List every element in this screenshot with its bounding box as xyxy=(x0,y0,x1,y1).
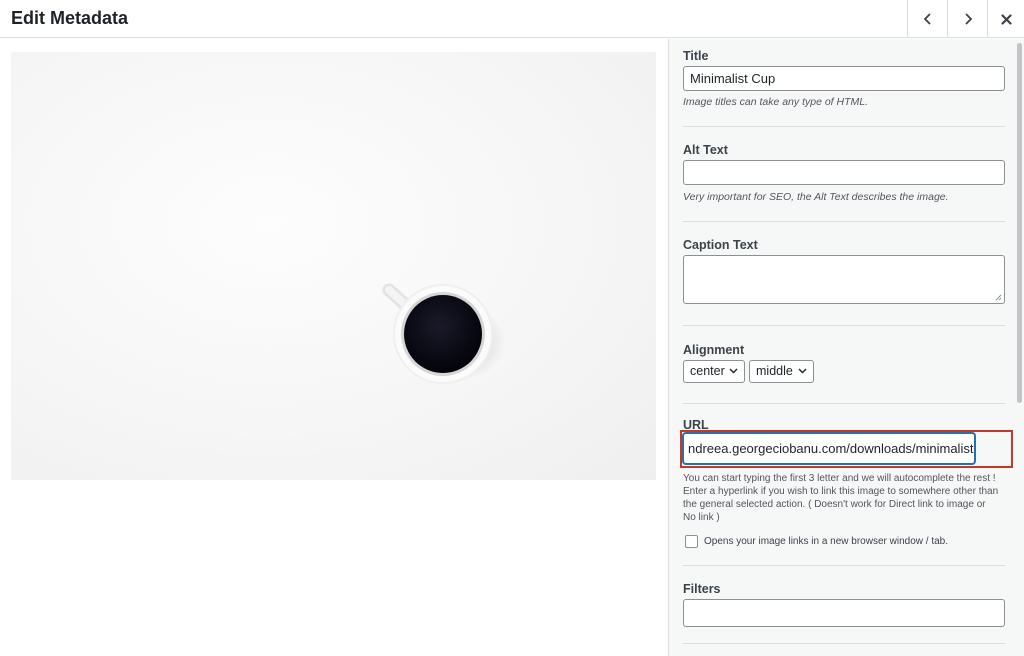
divider xyxy=(683,221,1005,222)
chevron-left-icon xyxy=(923,13,931,25)
modal-header: Edit Metadata xyxy=(0,0,1024,38)
title-label: Title xyxy=(683,49,709,63)
vertical-alignment-select[interactable]: middle xyxy=(749,360,814,383)
divider xyxy=(683,325,1005,326)
image-preview xyxy=(11,52,656,480)
alt-text-label: Alt Text xyxy=(683,143,728,157)
new-window-label[interactable]: Opens your image links in a new browser … xyxy=(704,536,948,547)
alt-text-input[interactable] xyxy=(683,160,1005,185)
url-hint: You can start typing the first 3 letter … xyxy=(683,473,999,523)
resize-grip-icon[interactable] xyxy=(995,294,1002,301)
caption-textarea[interactable] xyxy=(683,255,1005,304)
title-hint: Image titles can take any type of HTML. xyxy=(683,96,869,108)
alignment-label: Alignment xyxy=(683,343,745,357)
close-button[interactable] xyxy=(987,0,1024,38)
horizontal-alignment-value: center xyxy=(690,364,725,378)
new-window-checkbox[interactable] xyxy=(685,535,698,548)
close-icon xyxy=(1000,13,1012,25)
title-input[interactable]: Minimalist Cup xyxy=(683,66,1005,91)
url-value: ndreea.georgeciobanu.com/downloads/minim… xyxy=(688,441,975,456)
divider xyxy=(683,403,1005,404)
chevron-down-icon xyxy=(729,368,738,374)
next-button[interactable] xyxy=(947,0,987,38)
modal-title: Edit Metadata xyxy=(11,8,129,28)
scrollbar[interactable] xyxy=(1017,43,1022,403)
divider xyxy=(683,565,1005,566)
divider xyxy=(683,643,1005,644)
metadata-sidebar: Title Minimalist Cup Image titles can ta… xyxy=(668,39,1024,656)
chevron-right-icon xyxy=(964,13,972,25)
chevron-down-icon xyxy=(798,368,807,374)
coffee-cup-image xyxy=(382,283,506,384)
alt-text-hint: Very important for SEO, the Alt Text des… xyxy=(683,191,949,203)
caption-label: Caption Text xyxy=(683,238,758,252)
filters-input[interactable] xyxy=(683,599,1005,627)
divider xyxy=(683,126,1005,127)
filters-label: Filters xyxy=(683,582,721,596)
horizontal-alignment-select[interactable]: center xyxy=(683,360,745,383)
previous-button[interactable] xyxy=(907,0,947,38)
url-input[interactable]: ndreea.georgeciobanu.com/downloads/minim… xyxy=(683,433,975,464)
vertical-alignment-value: middle xyxy=(756,364,793,378)
